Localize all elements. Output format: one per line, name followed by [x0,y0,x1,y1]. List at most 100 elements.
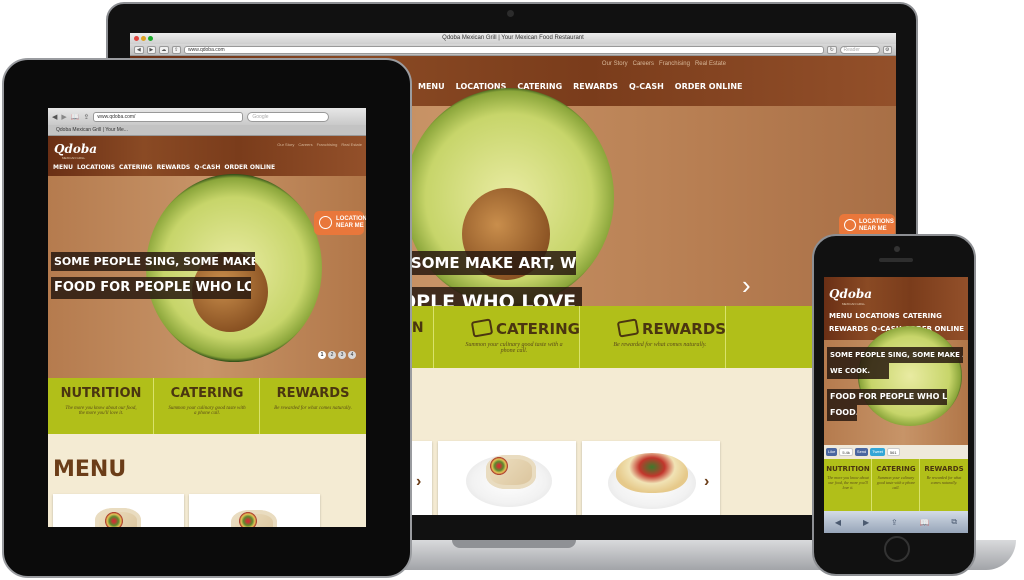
slide-dot-2[interactable]: 2 [328,351,336,359]
tabs-icon[interactable]: ⧉ [951,517,957,527]
nav-menu[interactable]: MENU [418,82,445,91]
back-icon[interactable]: ◀ [835,518,841,527]
feature-title: CATERING [876,465,916,473]
feature-catering[interactable]: CATERING Summon your culinary good taste… [154,378,260,434]
back-button[interactable]: ◀ [134,45,144,54]
feature-description: Summon your culinary good taste with a p… [876,475,916,490]
mobile-safari-bottom-toolbar: ◀ ▶ ⇪ 📖 ⧉ [824,511,968,533]
top-links: Our Story Careers Franchising Real Estat… [277,142,362,147]
address-bar[interactable]: www.qdoba.com/ [93,111,244,122]
nav-rewards[interactable]: REWARDS [157,164,191,171]
safari-titlebar: Qdoba Mexican Grill | Your Mexican Food … [130,33,896,44]
feature-bar: NUTRITION The more you know about our fo… [48,378,366,434]
top-links: Our Story Careers Franchising Real Estat… [602,61,726,67]
taco-image [616,453,688,493]
mobile-safari-toolbar: ◀ ▶ 📖 ⇪ www.qdoba.com/ Google [48,108,366,125]
feature-rewards[interactable]: REWARDS Be rewarded for what comes natur… [920,459,968,511]
bookmarks-icon[interactable]: 📖 [71,113,80,121]
forward-icon[interactable]: ▶ [61,113,66,121]
facebook-like-button[interactable]: Like [826,448,838,456]
share-icon[interactable]: ⇪ [891,518,898,527]
compass-icon [844,219,856,231]
main-nav-row-1: MENU LOCATIONS CATERING [829,312,942,320]
top-link-franchising[interactable]: Franchising [659,61,690,67]
feature-rewards[interactable]: REWARDS Be rewarded for what comes natur… [580,306,726,368]
window-controls[interactable] [134,36,153,41]
feature-title: CATERING [496,320,580,338]
top-link-careers[interactable]: Careers [298,142,312,147]
reload-icon[interactable]: ↻ [827,45,837,54]
nav-menu[interactable]: MENU [53,164,73,171]
feature-catering[interactable]: CATERING Summon your culinary good taste… [434,306,580,368]
tweet-button[interactable]: Tweet [870,448,885,456]
slide-dot-4[interactable]: 4 [348,351,356,359]
reader-button[interactable]: Reader [839,45,880,54]
feature-nutrition[interactable]: NUTRITION The more you know about our fo… [48,378,154,434]
address-bar[interactable]: www.qdoba.com [184,45,824,54]
top-link-our-story[interactable]: Our Story [602,61,628,67]
settings-icon[interactable]: ⚙ [882,45,892,54]
phone-screen: Qdoba MEXICAN GRILL MENU LOCATIONS CATER… [824,277,968,533]
nav-catering[interactable]: CATERING [903,312,942,320]
share-icon[interactable]: ⇪ [84,113,90,121]
top-link-our-story[interactable]: Our Story [277,142,294,147]
nav-order-online[interactable]: ORDER ONLINE [224,164,275,171]
carousel-next-icon[interactable]: › [704,473,709,491]
feature-rewards[interactable]: REWARDS Be rewarded for what comes natur… [260,378,366,434]
menu-card-burrito[interactable] [53,494,184,527]
feature-description: Be rewarded for what comes naturally. [274,406,352,411]
nav-order-online[interactable]: ORDER ONLINE [675,82,743,91]
feature-title: NUTRITION [826,465,870,473]
near-me-label: NEAR ME [859,225,887,232]
top-link-real-estate[interactable]: Real Estate [695,61,726,67]
slide-dot-3[interactable]: 3 [338,351,346,359]
burrito-filling [239,512,257,527]
hero-slider: SOME PEOPLE SING, SOME MAKE ART, WE COOK… [824,326,968,462]
hero-headline-1: SOME PEOPLE SING, SOME MAKE ART, [827,347,963,363]
slide-dot-1[interactable]: 1 [318,351,326,359]
nav-rewards[interactable]: REWARDS [829,325,868,333]
tweet-count: 561 [886,448,900,456]
nav-menu[interactable]: MENU [829,312,852,320]
menu-card-burrito[interactable] [438,441,576,515]
top-link-real-estate[interactable]: Real Estate [341,142,362,147]
menu-card-burrito[interactable] [189,494,320,527]
hero-headline-4: FOOD. [827,405,857,421]
locations-near-me-button[interactable]: LOCATIONSNEAR ME [314,211,366,235]
top-link-franchising[interactable]: Franchising [317,142,338,147]
device-mockup-scene: Qdoba Mexican Grill | Your Mexican Food … [0,0,1024,580]
nav-locations[interactable]: LOCATIONS [855,312,899,320]
back-icon[interactable]: ◀ [52,113,57,121]
main-nav: MENU LOCATIONS CATERING REWARDS Q-CASH O… [53,164,275,171]
nav-locations[interactable]: LOCATIONS [77,164,115,171]
home-button[interactable] [884,536,910,562]
feature-nutrition[interactable]: NUTRITION The more you know about our fo… [824,459,872,511]
main-nav: MENU LOCATIONS CATERING REWARDS Q-CASH O… [418,82,743,91]
feature-catering[interactable]: CATERING Summon your culinary good taste… [872,459,920,511]
hero-headline-1: SOME PEOPLE SING, SOME MAKE ART, WE COOK… [51,252,255,271]
phone-camera [894,246,900,252]
hero-headline-2: WE COOK. [827,363,889,379]
slider-pagination: 1 2 3 4 [318,351,356,359]
facebook-send-button[interactable]: Send [854,448,869,456]
tablet-screen: ◀ ▶ 📖 ⇪ www.qdoba.com/ Google Qdoba Mexi… [48,108,366,527]
qdoba-logo[interactable]: Qdoba [54,142,97,156]
bookmarks-icon[interactable]: 📖 [920,518,930,527]
forward-icon[interactable]: ▶ [863,518,869,527]
carousel-next-icon[interactable]: › [416,473,421,491]
browser-tab[interactable]: Qdoba Mexican Grill | Your Me... [48,125,366,136]
safari-toolbar: ◀ ▶ ☁ ⇪ www.qdoba.com ↻ Reader ⚙ [130,44,896,56]
nav-q-cash[interactable]: Q-CASH [194,164,220,171]
qdoba-logo[interactable]: Qdoba [829,287,872,301]
nav-catering[interactable]: CATERING [119,164,153,171]
top-link-careers[interactable]: Careers [633,61,654,67]
nav-rewards[interactable]: REWARDS [573,82,618,91]
feature-description: Summon your culinary good taste with a p… [465,342,563,354]
forward-button[interactable]: ▶ [146,45,156,54]
menu-card-tacos[interactable] [582,441,720,515]
nav-q-cash[interactable]: Q-CASH [629,82,664,91]
cloud-icon[interactable]: ☁ [159,45,169,54]
share-icon[interactable]: ⇪ [171,45,181,54]
slider-next-arrow[interactable]: › [742,272,751,298]
search-field[interactable]: Google [247,111,330,122]
